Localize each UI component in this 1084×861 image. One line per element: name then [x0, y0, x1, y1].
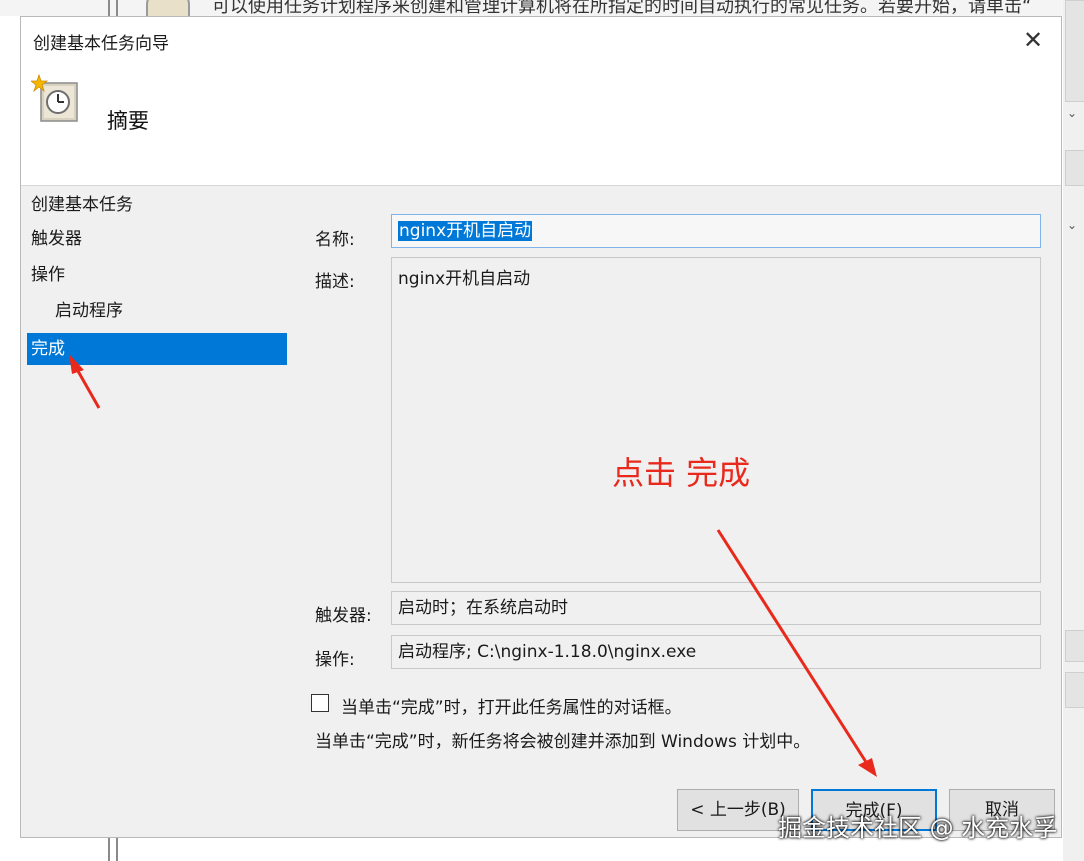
- wizard-steps-nav: 创建基本任务 触发器 操作 启动程序 完成: [21, 185, 289, 839]
- background-scroll-button[interactable]: [1065, 630, 1084, 662]
- annotation-label: 点击 完成: [612, 454, 751, 492]
- chevron-down-icon[interactable]: ⌄: [1067, 218, 1077, 232]
- name-label: 名称:: [315, 230, 355, 250]
- nav-item-action[interactable]: 操作: [27, 259, 287, 291]
- trigger-field: 启动时；在系统启动时: [391, 591, 1041, 625]
- background-scroll-button[interactable]: [1065, 150, 1084, 186]
- open-properties-checkbox[interactable]: [311, 694, 329, 712]
- chevron-down-icon[interactable]: ⌄: [1067, 106, 1077, 120]
- name-field-value: nginx开机自启动: [398, 221, 533, 241]
- background-scroll-track[interactable]: [1065, 0, 1084, 102]
- description-field[interactable]: nginx开机自启动: [391, 257, 1041, 583]
- wizard-header: 摘要: [21, 63, 1061, 186]
- page-title: 摘要: [107, 109, 149, 133]
- nav-item-finish[interactable]: 完成: [27, 333, 287, 365]
- dialog-title: 创建基本任务向导: [33, 34, 169, 54]
- description-label: 描述:: [315, 272, 355, 292]
- action-field: 启动程序; C:\nginx-1.18.0\nginx.exe: [391, 635, 1041, 669]
- nav-item-trigger[interactable]: 触发器: [27, 223, 287, 255]
- background-window-header: 可以使用任务计划程序来创建和管理计算机将在所指定的时间自动执行的常见任务。若要开…: [0, 0, 1084, 16]
- action-value: 启动程序; C:\nginx-1.18.0\nginx.exe: [398, 642, 697, 662]
- background-scrollbar[interactable]: ⌄ ⌄: [1063, 0, 1084, 861]
- background-window-text: 可以使用任务计划程序来创建和管理计算机将在所指定的时间自动执行的常见任务。若要开…: [212, 0, 1032, 16]
- background-divider: [108, 0, 110, 16]
- background-divider: [116, 0, 118, 16]
- background-divider: [116, 838, 118, 861]
- task-scheduler-icon: [146, 0, 190, 16]
- action-label: 操作:: [315, 650, 355, 670]
- trigger-label: 触发器:: [315, 606, 372, 626]
- watermark: 掘金技术社区 @ 水充水孚: [778, 814, 1058, 842]
- finish-note: 当单击“完成”时，新任务将会被创建并添加到 Windows 计划中。: [315, 732, 811, 752]
- description-value: nginx开机自启动: [398, 269, 531, 289]
- nav-item-start-program[interactable]: 启动程序: [27, 295, 287, 327]
- trigger-value: 启动时；在系统启动时: [398, 598, 568, 618]
- name-field[interactable]: nginx开机自启动: [391, 214, 1041, 248]
- nav-item-create-task[interactable]: 创建基本任务: [27, 189, 287, 221]
- task-clock-icon: [31, 73, 78, 122]
- title-bar: 创建基本任务向导 ✕: [21, 17, 1061, 63]
- close-button[interactable]: ✕: [1013, 23, 1053, 57]
- background-divider: [108, 838, 110, 861]
- create-basic-task-wizard: 创建基本任务向导 ✕ 摘要 创建基本任务 触发器 操作 启动程序 完成 名称: …: [20, 16, 1062, 838]
- open-properties-label[interactable]: 当单击“完成”时，打开此任务属性的对话框。: [341, 693, 682, 718]
- background-scroll-button[interactable]: [1065, 672, 1084, 708]
